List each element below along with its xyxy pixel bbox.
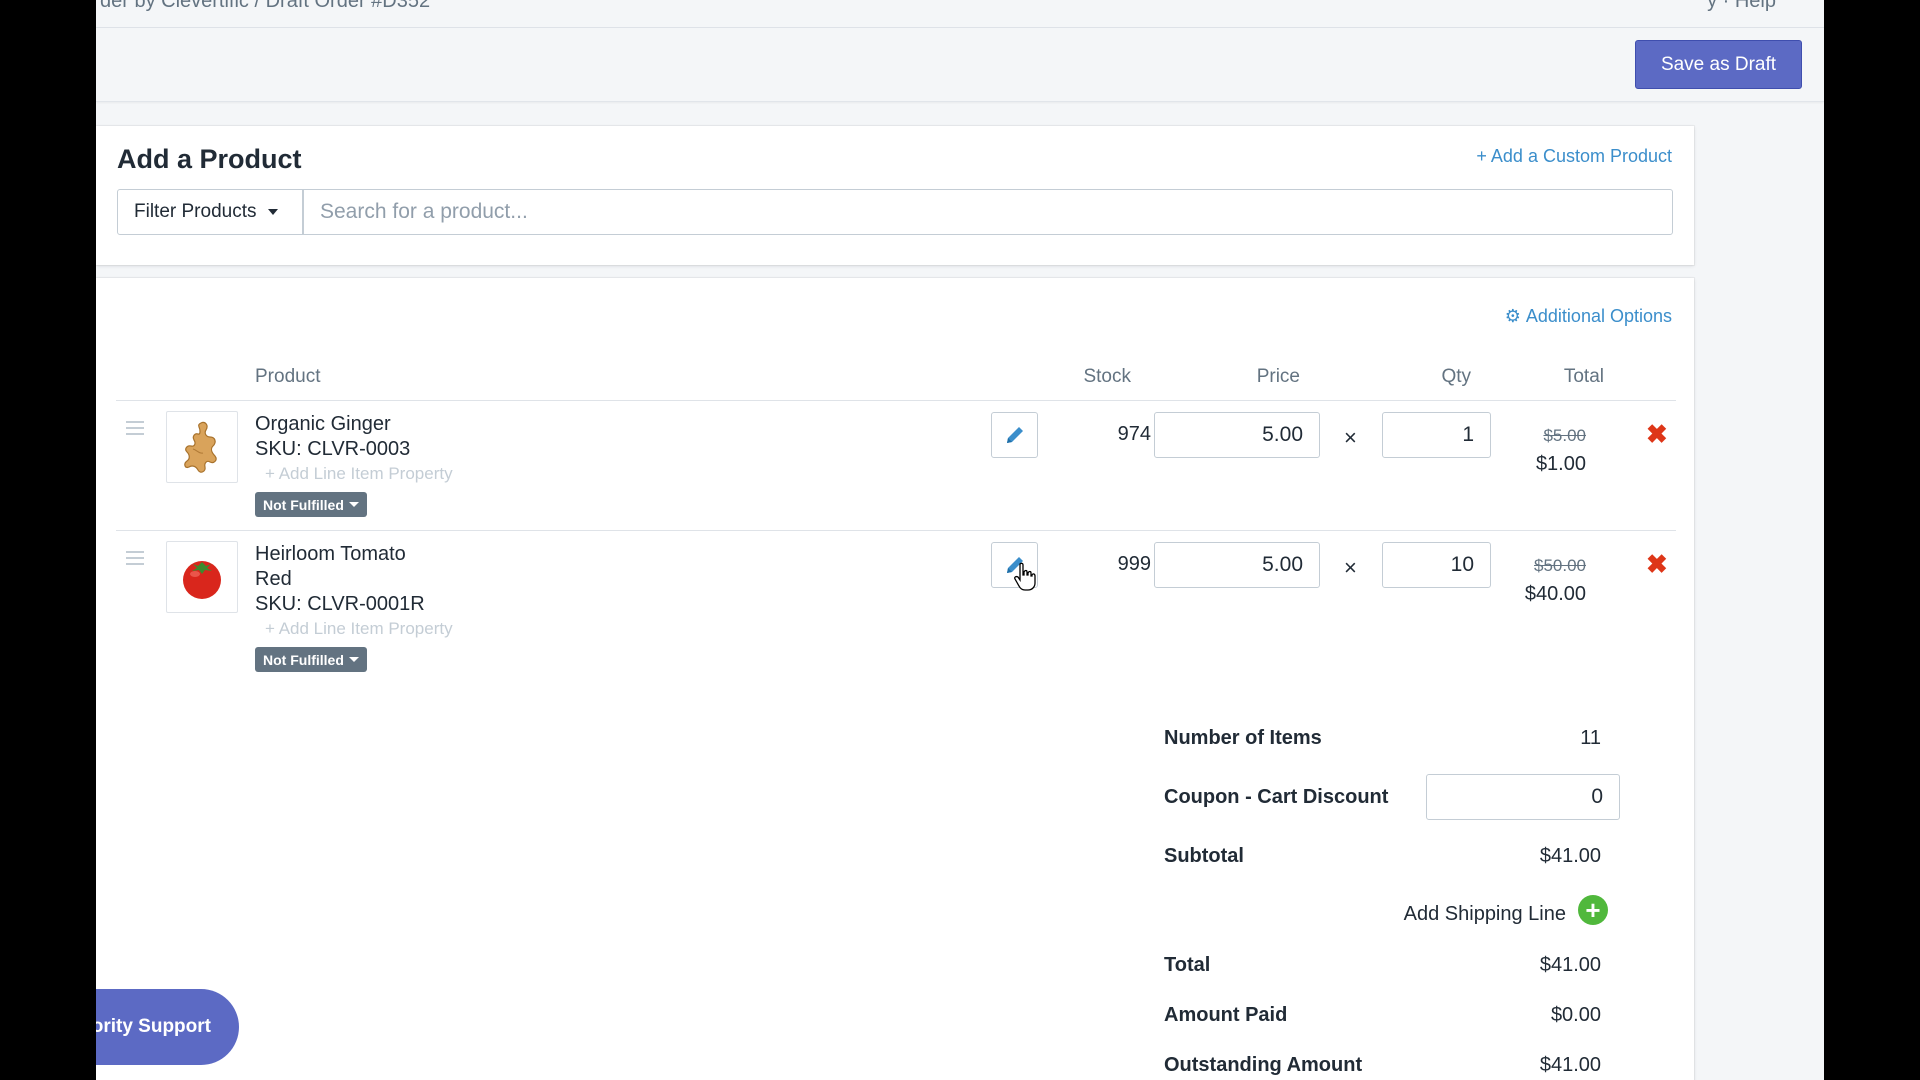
original-total: $5.00 (1543, 426, 1586, 445)
additional-options-label: Additional Options (1525, 306, 1672, 326)
discounted-total: $1.00 (1535, 453, 1586, 475)
gear-icon: ⚙ (1504, 306, 1521, 326)
caret-down-icon (348, 502, 359, 507)
product-variant: Red (255, 568, 292, 590)
header-product: Product (255, 366, 321, 387)
priority-support-button[interactable]: Priority Support (96, 989, 239, 1065)
product-sku: SKU: CLVR-0001R (255, 593, 425, 615)
top-breadcrumb-bar: der by Clevertific / Draft Order #D352 y… (96, 0, 1824, 28)
product-thumbnail-tomato (166, 541, 238, 613)
add-line-item-property-link[interactable]: + Add Line Item Property (265, 464, 453, 484)
price-input[interactable] (1154, 412, 1320, 458)
header-price: Price (1256, 366, 1300, 387)
amount-paid-value: $0.00 (1550, 1004, 1601, 1026)
product-name[interactable]: Heirloom Tomato (255, 542, 406, 567)
additional-options-link[interactable]: ⚙ Additional Options (1505, 306, 1672, 327)
fulfillment-status-dropdown[interactable]: Not Fulfilled (255, 647, 367, 672)
fulfillment-status-dropdown[interactable]: Not Fulfilled (255, 492, 367, 517)
original-total: $50.00 (1534, 556, 1586, 575)
qty-input[interactable] (1382, 542, 1491, 588)
product-search-input[interactable] (303, 189, 1673, 235)
discounted-total: $40.00 (1524, 583, 1586, 605)
price-input[interactable] (1154, 542, 1320, 588)
total-label: Total (1164, 954, 1211, 976)
filter-products-label: Filter Products (134, 201, 257, 222)
product-thumbnail-ginger (166, 411, 238, 483)
close-icon[interactable]: ✖ (1646, 419, 1668, 450)
outstanding-amount-label: Outstanding Amount (1164, 1054, 1363, 1076)
times-icon: × (1344, 555, 1357, 580)
amount-paid-label: Amount Paid (1164, 1004, 1288, 1026)
table-row: Organic Ginger SKU: CLVR-0003 + Add Line… (116, 400, 1676, 530)
top-right-links[interactable]: y · Help (1707, 0, 1776, 13)
caret-down-icon (348, 657, 359, 662)
add-product-title: Add a Product (117, 144, 302, 174)
header-total: Total (1563, 366, 1604, 387)
drag-handle-icon[interactable] (126, 421, 144, 439)
action-bar: Save as Draft (96, 28, 1824, 102)
number-of-items-value: 11 (1580, 727, 1601, 749)
subtotal-value: $41.00 (1539, 845, 1601, 867)
coupon-label: Coupon - Cart Discount (1164, 786, 1389, 808)
add-product-card: Add a Product + Add a Custom Product Fil… (96, 126, 1694, 265)
filter-products-dropdown[interactable]: Filter Products (117, 189, 303, 235)
fulfillment-status-label: Not Fulfilled (263, 496, 344, 513)
caret-down-icon (268, 209, 279, 215)
fulfillment-status-label: Not Fulfilled (263, 651, 344, 668)
outstanding-amount-value: $41.00 (1539, 1054, 1601, 1076)
qty-input[interactable] (1382, 412, 1491, 458)
save-as-draft-button[interactable]: Save as Draft (1635, 40, 1802, 89)
stock-value: 999 (1117, 553, 1151, 575)
hand-cursor-icon (1014, 562, 1036, 591)
add-shipping-icon[interactable]: + (1578, 895, 1608, 925)
drag-handle-icon[interactable] (126, 551, 144, 569)
tomato-image-icon (183, 561, 221, 599)
total-value: $41.00 (1539, 954, 1601, 976)
product-name[interactable]: Organic Ginger (255, 412, 391, 437)
line-items-card: ⚙ Additional Options Product Stock Price… (96, 278, 1694, 1080)
edit-line-item-button[interactable] (991, 412, 1038, 458)
coupon-discount-input[interactable] (1426, 774, 1620, 820)
ginger-image-icon (184, 421, 217, 473)
close-icon[interactable]: ✖ (1646, 549, 1668, 580)
times-icon: × (1344, 425, 1357, 450)
number-of-items-label: Number of Items (1164, 727, 1322, 749)
header-qty: Qty (1441, 366, 1471, 387)
product-sku: SKU: CLVR-0003 (255, 438, 411, 460)
add-shipping-line-label[interactable]: Add Shipping Line (1404, 903, 1566, 926)
header-stock: Stock (1083, 366, 1131, 387)
breadcrumb[interactable]: der by Clevertific / Draft Order #D352 (100, 0, 430, 13)
stock-value: 974 (1117, 423, 1151, 445)
pencil-icon (1006, 427, 1023, 443)
table-row: Heirloom Tomato Red SKU: CLVR-0001R + Ad… (116, 530, 1676, 690)
add-custom-product-link[interactable]: + Add a Custom Product (1476, 146, 1672, 167)
add-line-item-property-link[interactable]: + Add Line Item Property (265, 619, 453, 639)
subtotal-label: Subtotal (1164, 845, 1244, 867)
app-viewport: der by Clevertific / Draft Order #D352 y… (96, 0, 1824, 1080)
